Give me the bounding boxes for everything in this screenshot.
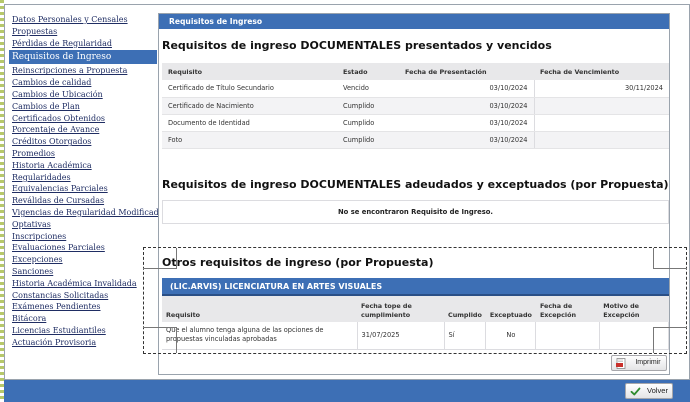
cell-requisito: Documento de Identidad bbox=[162, 114, 337, 132]
sidebar-item-cambios-plan[interactable]: Cambios de Plan bbox=[9, 101, 157, 113]
sidebar-item-excepciones[interactable]: Excepciones bbox=[9, 254, 157, 266]
sidebar-item-historia-invalidada[interactable]: Historia Académica Invalidada bbox=[9, 278, 157, 290]
sidebar-item-cambios-ubicacion[interactable]: Cambios de Ubicación bbox=[9, 89, 157, 101]
column-header-fecha-vencimiento: Fecha de Vencimiento bbox=[534, 63, 669, 80]
cell-exceptuado: No bbox=[485, 322, 537, 350]
sidebar-item-reinscripciones[interactable]: Reinscripciones a Propuesta bbox=[9, 65, 157, 77]
sidebar-item-actuacion-provisoria[interactable]: Actuación Provisoria bbox=[9, 337, 157, 349]
column-header-motivo-excepcion: Motivo de Excepción bbox=[599, 296, 669, 322]
cell-fecha-vencimiento bbox=[534, 97, 669, 115]
empty-message: No se encontraron Requisito de Ingreso. bbox=[162, 200, 669, 224]
corner-tick bbox=[143, 268, 177, 269]
table-row: Certificado de Título Secundario Vencido… bbox=[162, 80, 669, 98]
sidebar-item-licencias[interactable]: Licencias Estudiantiles bbox=[9, 325, 157, 337]
column-header-fecha-excepcion: Fecha de Excepción bbox=[535, 296, 600, 322]
sidebar-item-promedios[interactable]: Promedios bbox=[9, 148, 157, 160]
corner-tick bbox=[176, 327, 177, 353]
section-title-otros-requisitos: Otros requisitos de ingreso (por Propues… bbox=[162, 256, 434, 269]
sidebar-item-bitacora[interactable]: Bitácora bbox=[9, 313, 157, 325]
column-header-cumplido: Cumplido bbox=[444, 296, 486, 322]
sidebar-item-regularidades[interactable]: Regularidades bbox=[9, 172, 157, 184]
sidebar-item-creditos[interactable]: Créditos Otorgados bbox=[9, 136, 157, 148]
sidebar-item-perdidas-regularidad[interactable]: Pérdidas de Regularidad bbox=[9, 38, 157, 50]
check-icon bbox=[630, 387, 641, 396]
corner-tick bbox=[653, 248, 654, 268]
table-row: Certificado de Nacimiento Cumplido 03/10… bbox=[162, 97, 669, 115]
column-header-exceptuado: Exceptuado bbox=[485, 296, 536, 322]
sidebar-item-cambios-calidad[interactable]: Cambios de calidad bbox=[9, 77, 157, 89]
table-row: Documento de Identidad Cumplido 03/10/20… bbox=[162, 114, 669, 132]
pdf-print-icon bbox=[616, 358, 626, 369]
table-row: Foto Cumplido 03/10/2024 bbox=[162, 131, 669, 149]
sidebar-nav: Datos Personales y Censales Propuestas P… bbox=[9, 14, 168, 349]
cell-fecha-presentacion: 03/10/2024 bbox=[399, 131, 535, 149]
presentados-table: Requisito Estado Fecha de Presentación F… bbox=[162, 63, 669, 149]
cell-requisito: Certificado de Título Secundario bbox=[162, 80, 337, 98]
corner-tick bbox=[176, 248, 177, 268]
corner-tick bbox=[143, 327, 177, 328]
sidebar-item-optativas[interactable]: Optativas bbox=[9, 219, 157, 231]
sidebar-item-propuestas[interactable]: Propuestas bbox=[9, 26, 157, 38]
column-header-fecha-presentacion: Fecha de Presentación bbox=[399, 63, 534, 80]
cell-estado: Cumplido bbox=[337, 131, 399, 149]
volver-button[interactable]: Volver bbox=[625, 383, 673, 399]
volver-button-label: Volver bbox=[646, 386, 669, 395]
corner-tick bbox=[653, 268, 687, 269]
column-header-estado: Estado bbox=[337, 63, 399, 80]
cell-fecha-tope: 31/07/2025 bbox=[357, 322, 445, 350]
otros-requisitos-table: Requisito Fecha tope de cumplimiento Cum… bbox=[162, 296, 669, 350]
cell-estado: Cumplido bbox=[337, 114, 399, 132]
cell-requisito: Certificado de Nacimiento bbox=[162, 97, 337, 115]
cell-requisito: Foto bbox=[162, 131, 337, 149]
sidebar-item-requisitos-ingreso[interactable]: Requisitos de Ingreso bbox=[9, 50, 157, 65]
cell-fecha-presentacion: 03/10/2024 bbox=[399, 97, 535, 115]
sidebar-item-sanciones[interactable]: Sanciones bbox=[9, 266, 157, 278]
corner-tick bbox=[653, 327, 687, 328]
cell-fecha-excepcion bbox=[535, 322, 600, 350]
sidebar-item-datos-personales[interactable]: Datos Personales y Censales bbox=[9, 14, 157, 26]
cell-estado: Vencido bbox=[337, 80, 399, 98]
print-button[interactable]: Imprimir bbox=[611, 355, 667, 371]
panel-header: Requisitos de Ingreso bbox=[159, 14, 669, 29]
table-row: Que el alumno tenga alguna de las opcion… bbox=[162, 322, 669, 350]
main-panel: Requisitos de Ingreso Requisitos de ingr… bbox=[158, 13, 670, 375]
cell-fecha-presentacion: 03/10/2024 bbox=[399, 80, 535, 98]
footer-bar bbox=[4, 380, 690, 402]
cell-fecha-vencimiento: 30/11/2024 bbox=[534, 80, 669, 98]
table-header-row: Requisito Estado Fecha de Presentación F… bbox=[162, 63, 669, 80]
column-header-requisito: Requisito bbox=[162, 63, 337, 80]
sidebar-item-equivalencias[interactable]: Equivalencias Parciales bbox=[9, 183, 157, 195]
sidebar-item-constancias[interactable]: Constancias Solicitadas bbox=[9, 290, 157, 302]
sidebar-item-porcentaje-avance[interactable]: Porcentaje de Avance bbox=[9, 124, 157, 136]
cell-estado: Cumplido bbox=[337, 97, 399, 115]
sidebar-item-examenes-pendientes[interactable]: Exámenes Pendientes bbox=[9, 301, 157, 313]
sidebar-item-inscripciones[interactable]: Inscripciones bbox=[9, 231, 157, 243]
sidebar-item-evaluaciones-parciales[interactable]: Evaluaciones Parciales bbox=[9, 242, 157, 254]
cell-fecha-presentacion: 03/10/2024 bbox=[399, 114, 535, 132]
cell-fecha-vencimiento bbox=[534, 131, 669, 149]
print-button-label: Imprimir bbox=[635, 359, 661, 366]
section-title-presentados: Requisitos de ingreso DOCUMENTALES prese… bbox=[162, 39, 552, 52]
propuesta-header: (LIC.ARVIS) LICENCIATURA EN ARTES VISUAL… bbox=[162, 278, 669, 296]
sidebar-item-historia-academica[interactable]: Historia Académica bbox=[9, 160, 157, 172]
cell-cumplido: Sí bbox=[444, 322, 487, 350]
column-header-requisito: Requisito bbox=[162, 296, 358, 322]
section-title-adeudados: Requisitos de ingreso DOCUMENTALES adeud… bbox=[162, 178, 669, 191]
sidebar-item-vigencias[interactable]: Vigencias de Regularidad Modificadas bbox=[9, 207, 168, 219]
column-header-fecha-tope: Fecha tope de cumplimiento bbox=[357, 296, 445, 322]
cell-fecha-vencimiento bbox=[534, 114, 669, 132]
sidebar-item-revalidas[interactable]: Reválidas de Cursadas bbox=[9, 195, 157, 207]
sidebar-item-certificados[interactable]: Certificados Obtenidos bbox=[9, 113, 157, 125]
cell-requisito: Que el alumno tenga alguna de las opcion… bbox=[162, 322, 358, 350]
table-header-row: Requisito Fecha tope de cumplimiento Cum… bbox=[162, 296, 669, 322]
corner-tick bbox=[653, 327, 654, 353]
